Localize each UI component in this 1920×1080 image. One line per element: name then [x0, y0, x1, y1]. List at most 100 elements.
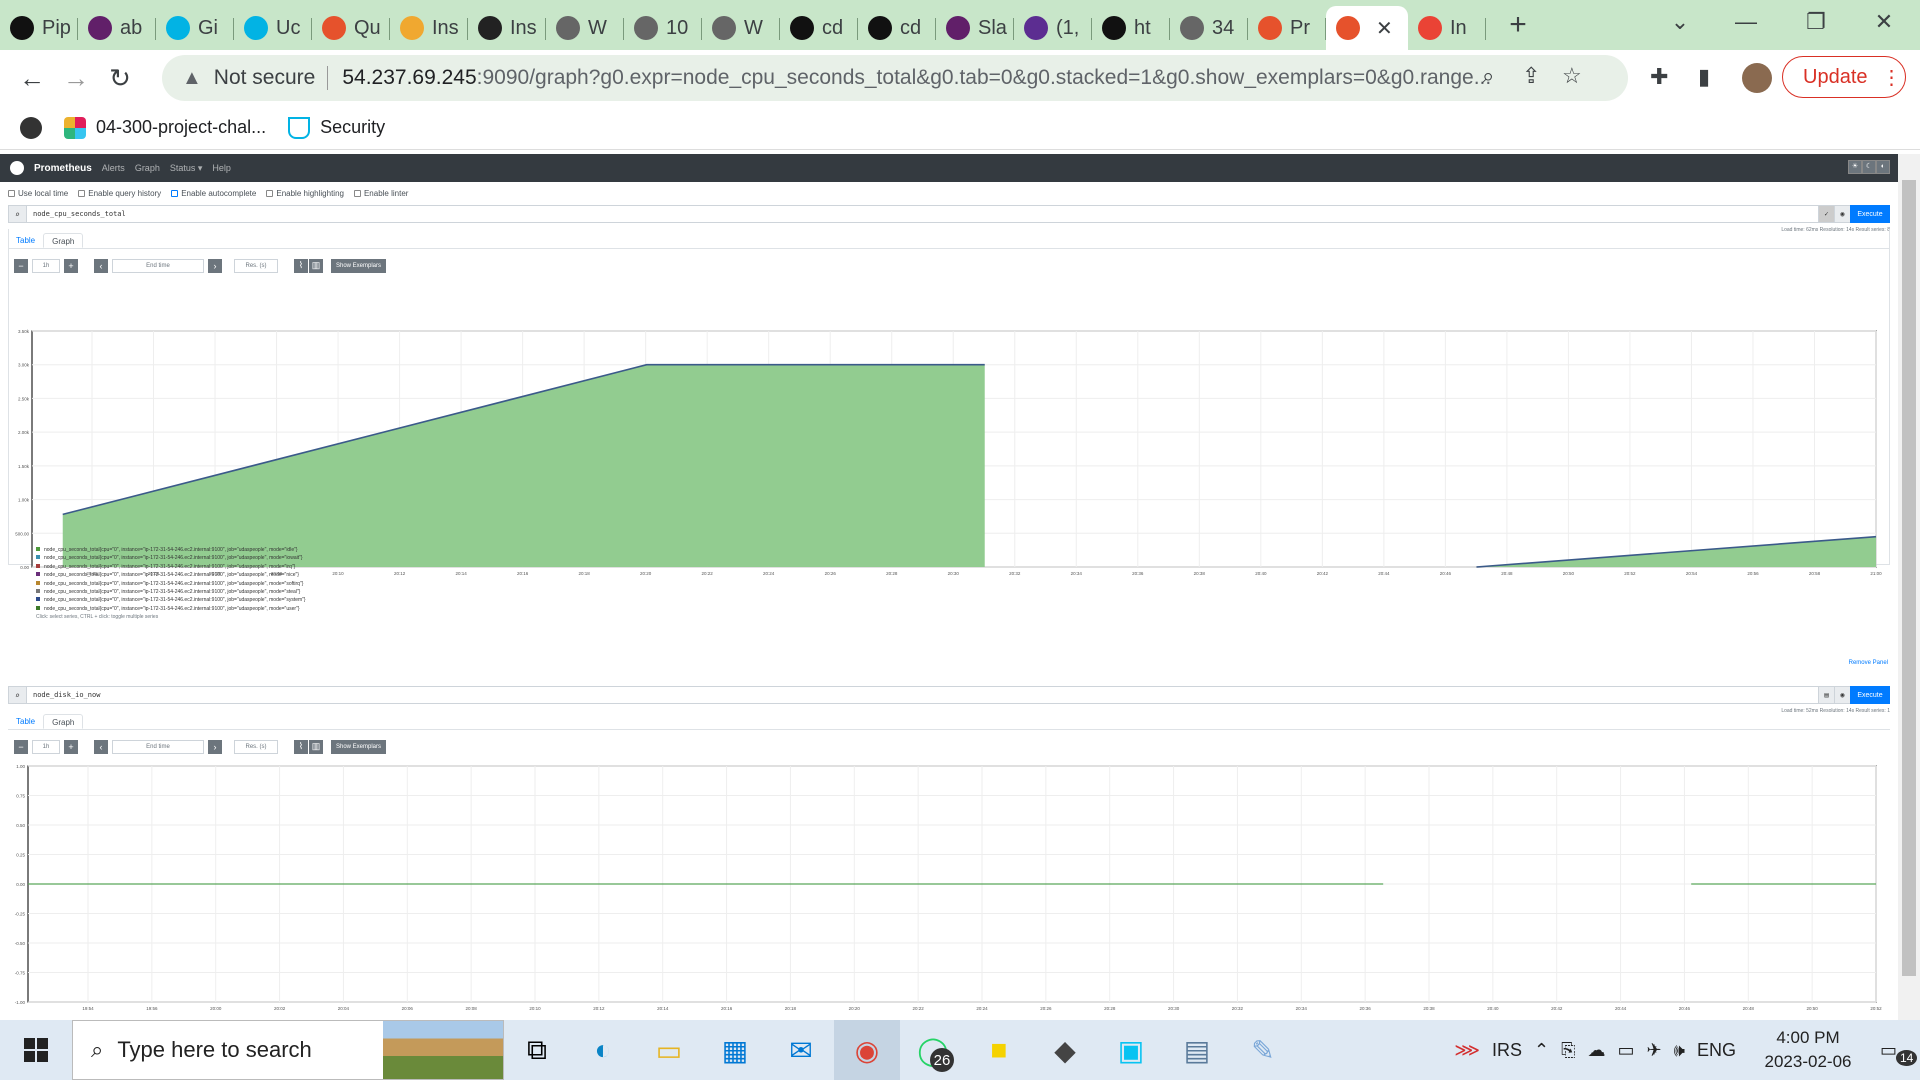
zoom-icon[interactable]: ⌕: [1482, 63, 1494, 89]
browser-tab[interactable]: W: [546, 6, 624, 50]
browser-tab[interactable]: Pr: [1248, 6, 1326, 50]
nav-status[interactable]: Status ▾: [170, 163, 203, 174]
bookmark-globe[interactable]: [20, 116, 42, 139]
time-back-button[interactable]: ‹: [94, 739, 108, 754]
extensions-icon[interactable]: ✚: [1650, 64, 1668, 90]
option-checkbox[interactable]: Use local time: [8, 189, 68, 198]
chrome-icon[interactable]: ◉: [834, 1020, 900, 1080]
resolution-input[interactable]: Res. (s): [234, 739, 278, 754]
page-scrollbar[interactable]: [1898, 154, 1920, 1020]
browser-tab[interactable]: Ins: [468, 6, 546, 50]
remove-panel-link[interactable]: Remove Panel: [1849, 660, 1888, 666]
checkbox[interactable]: [353, 190, 361, 197]
legend-item[interactable]: node_cpu_seconds_total{cpu="0", instance…: [36, 546, 306, 554]
whatsapp-icon[interactable]: ◯ 26: [900, 1020, 966, 1080]
warning-icon[interactable]: ▲: [182, 67, 202, 90]
option-checkbox[interactable]: Enable linter: [353, 189, 408, 198]
theme-toggle[interactable]: ☀ ☾ ◐: [1848, 160, 1890, 174]
execute-button[interactable]: Execute: [1850, 686, 1890, 704]
sun-icon[interactable]: ☀: [1848, 160, 1862, 174]
minimize-icon[interactable]: —: [1718, 0, 1774, 44]
share-icon[interactable]: ⇪: [1522, 63, 1540, 89]
new-tab-button[interactable]: +: [1498, 8, 1538, 42]
display-icon[interactable]: ▭: [1618, 1040, 1635, 1061]
security-label[interactable]: Not secure: [214, 66, 316, 90]
mail-icon[interactable]: ✉: [768, 1020, 834, 1080]
option-checkbox[interactable]: Enable highlighting: [266, 189, 344, 198]
legend-item[interactable]: node_cpu_seconds_total{cpu="0", instance…: [36, 554, 306, 562]
close-tab-icon[interactable]: ✕: [1376, 16, 1393, 41]
language-label[interactable]: ENG: [1697, 1040, 1736, 1061]
disk-io-graph[interactable]: -1.00 -0.75 -0.50 -0.25 0.00 0.25 0.50 0.75 1.00…: [8, 762, 1890, 1020]
task-manager-icon[interactable]: ▤: [1164, 1020, 1230, 1080]
onedrive-icon[interactable]: ☁: [1588, 1040, 1606, 1061]
paint-icon[interactable]: ✎: [1230, 1020, 1296, 1080]
git-icon[interactable]: ◆: [1032, 1020, 1098, 1080]
legend-item[interactable]: node_cpu_seconds_total{cpu="0", instance…: [36, 571, 306, 579]
bookmark-star-icon[interactable]: ☆: [1562, 63, 1582, 89]
tab-search-icon[interactable]: ⌄: [1652, 0, 1708, 44]
brand[interactable]: Prometheus: [34, 163, 92, 174]
airplane-icon[interactable]: ✈: [1647, 1040, 1662, 1061]
range-minus-button[interactable]: −: [14, 739, 28, 754]
forward-icon[interactable]: →: [54, 56, 98, 100]
range-input[interactable]: 1h: [32, 739, 60, 754]
browser-tab[interactable]: Ins: [390, 6, 468, 50]
windows-start-icon[interactable]: [0, 1020, 72, 1080]
nav-graph[interactable]: Graph: [135, 163, 160, 173]
store-icon[interactable]: ▦: [702, 1020, 768, 1080]
menu-kebab-icon[interactable]: ⋮: [1882, 65, 1902, 90]
browser-tab[interactable]: ab: [78, 6, 156, 50]
range-plus-button[interactable]: +: [64, 739, 78, 754]
auto-theme-icon[interactable]: ◐: [1876, 160, 1890, 174]
legend-item[interactable]: node_cpu_seconds_total{cpu="0", instance…: [36, 588, 306, 596]
option-checkbox[interactable]: Enable autocomplete: [171, 189, 256, 198]
execute-button[interactable]: Execute: [1850, 205, 1890, 223]
legend-item[interactable]: node_cpu_seconds_total{cpu="0", instance…: [36, 563, 306, 571]
show-exemplars-button[interactable]: Show Exemplars: [331, 739, 387, 754]
unstacked-chart-icon[interactable]: ⌇: [294, 739, 308, 754]
expression-input[interactable]: node_disk_io_now: [27, 691, 1818, 699]
browser-tab[interactable]: Uc: [234, 6, 312, 50]
checkbox[interactable]: [78, 190, 86, 197]
time-forward-button[interactable]: ›: [208, 739, 222, 754]
close-window-icon[interactable]: ✕: [1856, 0, 1912, 44]
file-explorer-icon[interactable]: ▭: [636, 1020, 702, 1080]
webstorm-icon[interactable]: ▣: [1098, 1020, 1164, 1080]
update-button[interactable]: Update ⋮: [1782, 56, 1906, 98]
browser-tab[interactable]: Qu: [312, 6, 390, 50]
url-text[interactable]: 54.237.69.245:9090/graph?g0.expr=node_cp…: [342, 66, 1502, 90]
checkbox[interactable]: [8, 190, 15, 197]
stacked-chart-icon[interactable]: ▥: [309, 739, 323, 754]
browser-tab[interactable]: In: [1408, 6, 1486, 50]
checkbox[interactable]: [266, 190, 274, 197]
browser-tab[interactable]: Pip: [0, 6, 78, 50]
address-bar[interactable]: ▲ Not secure 54.237.69.245:9090/graph?g0…: [162, 55, 1628, 101]
browser-tab[interactable]: cd: [858, 6, 936, 50]
scrollbar-thumb[interactable]: [1902, 180, 1916, 976]
legend-item[interactable]: node_cpu_seconds_total{cpu="0", instance…: [36, 596, 306, 604]
end-time-input[interactable]: End time: [112, 739, 204, 754]
nav-alerts[interactable]: Alerts: [102, 163, 125, 173]
meet-icon[interactable]: ⎘: [1561, 1040, 1575, 1061]
browser-tab[interactable]: 34: [1170, 6, 1248, 50]
tab-table[interactable]: Table: [8, 714, 43, 729]
browser-tab[interactable]: Gi: [156, 6, 234, 50]
browser-tab[interactable]: W: [702, 6, 780, 50]
notifications-icon[interactable]: ▭ 14: [1880, 1040, 1920, 1066]
metrics-explorer-icon[interactable]: ▤: [1818, 687, 1834, 703]
reload-icon[interactable]: ↻: [98, 56, 142, 100]
volume-icon[interactable]: 🕪: [1674, 1040, 1685, 1061]
task-view-icon[interactable]: ⧉: [504, 1020, 570, 1080]
irs-label[interactable]: IRS: [1492, 1040, 1522, 1061]
irs-icon[interactable]: ⋙: [1454, 1040, 1480, 1061]
avatar[interactable]: [1742, 63, 1772, 93]
legend-item[interactable]: node_cpu_seconds_total{cpu="0", instance…: [36, 605, 306, 613]
browser-tab[interactable]: ✕: [1326, 6, 1408, 50]
taskbar-search[interactable]: ⌕ Type here to search: [72, 1020, 504, 1080]
bookmark-slack[interactable]: 04-300-project-chal...: [64, 116, 266, 139]
sticky-notes-icon[interactable]: ■: [966, 1020, 1032, 1080]
moon-icon[interactable]: ☾: [1862, 160, 1876, 174]
edge-icon[interactable]: ◐: [570, 1020, 636, 1080]
metrics-explorer-icon[interactable]: ✓: [1818, 206, 1834, 222]
